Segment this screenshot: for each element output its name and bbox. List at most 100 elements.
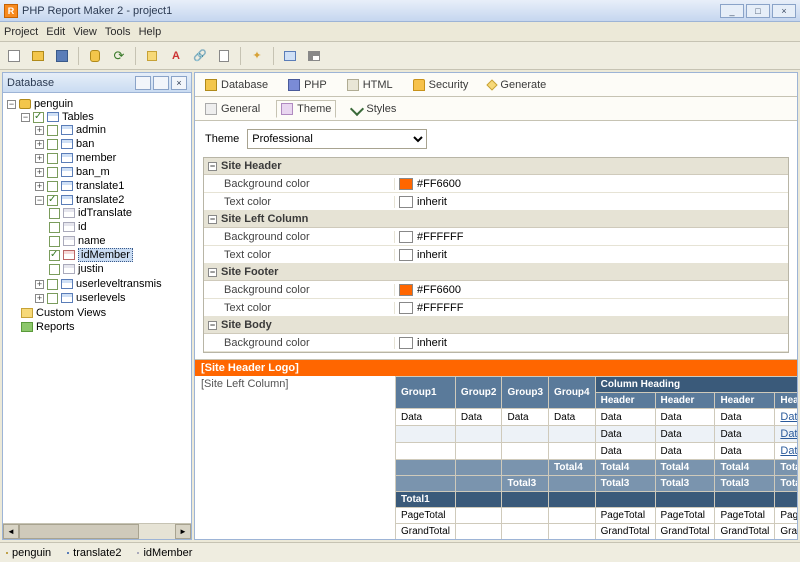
tree-field[interactable]: idTranslate xyxy=(78,207,132,219)
tab-php[interactable]: PHP xyxy=(284,77,331,93)
menu-help[interactable]: Help xyxy=(139,26,162,38)
tab-security[interactable]: Security xyxy=(409,77,473,93)
checkbox[interactable] xyxy=(47,181,58,192)
tab-html[interactable]: HTML xyxy=(343,77,397,93)
scroll-thumb[interactable] xyxy=(19,524,139,539)
property-grid[interactable]: −Site HeaderBackground color#FF6600Text … xyxy=(203,157,789,353)
theme-select[interactable]: Professional xyxy=(247,129,427,149)
checkbox[interactable] xyxy=(47,125,58,136)
toolbar-open-icon[interactable] xyxy=(28,46,48,66)
checkbox[interactable] xyxy=(47,167,58,178)
tree-reports[interactable]: Reports xyxy=(36,321,75,333)
color-swatch[interactable] xyxy=(399,302,413,314)
toolbar-sync-icon[interactable]: ⟳ xyxy=(109,46,129,66)
scroll-left-icon[interactable]: ◄ xyxy=(3,524,19,539)
sidebar-btn1[interactable] xyxy=(135,76,151,90)
subtab-theme[interactable]: Theme xyxy=(276,100,336,118)
twisty-icon[interactable]: + xyxy=(35,280,44,289)
tree-table[interactable]: userlevels xyxy=(76,292,126,304)
twisty-icon[interactable]: + xyxy=(35,182,44,191)
prop-row[interactable]: Text color#FFFFFF xyxy=(204,299,788,317)
toolbar-edit-icon[interactable] xyxy=(142,46,162,66)
twisty-icon[interactable]: + xyxy=(35,154,44,163)
checkbox[interactable] xyxy=(49,250,60,261)
tree-table[interactable]: translate1 xyxy=(76,180,124,192)
tree-db[interactable]: penguin xyxy=(34,98,73,110)
prop-row[interactable]: Background color#FF6600 xyxy=(204,281,788,299)
twisty-icon[interactable]: + xyxy=(35,126,44,135)
collapse-icon[interactable]: − xyxy=(208,321,217,330)
sidebar-hscroll[interactable]: ◄ ► xyxy=(3,523,191,539)
tree-field[interactable]: name xyxy=(78,235,106,247)
checkbox[interactable] xyxy=(33,112,44,123)
tree-table[interactable]: admin xyxy=(76,124,106,136)
menu-edit[interactable]: Edit xyxy=(46,26,65,38)
tree-field[interactable]: justin xyxy=(78,263,104,275)
tree-table[interactable]: ban_m xyxy=(76,166,110,178)
twisty-icon[interactable]: − xyxy=(35,196,44,205)
menu-project[interactable]: Project xyxy=(4,26,38,38)
data-link[interactable]: Data xyxy=(780,411,797,423)
toolbar-link-icon[interactable]: 🔗 xyxy=(190,46,210,66)
prop-group[interactable]: −Site Footer xyxy=(204,264,788,281)
maximize-button[interactable]: □ xyxy=(746,4,770,18)
sidebar-close-icon[interactable]: × xyxy=(171,76,187,90)
toolbar-doc-icon[interactable] xyxy=(214,46,234,66)
sidebar-btn2[interactable] xyxy=(153,76,169,90)
scroll-right-icon[interactable]: ► xyxy=(175,524,191,539)
twisty-icon[interactable]: + xyxy=(35,168,44,177)
color-swatch[interactable] xyxy=(399,337,413,349)
checkbox[interactable] xyxy=(47,293,58,304)
color-swatch[interactable] xyxy=(399,231,413,243)
checkbox[interactable] xyxy=(49,236,60,247)
color-swatch[interactable] xyxy=(399,284,413,296)
tree-table[interactable]: translate2 xyxy=(76,194,124,206)
menu-view[interactable]: View xyxy=(73,26,97,38)
twisty-icon[interactable]: − xyxy=(21,113,30,122)
data-link[interactable]: Data xyxy=(780,428,797,440)
tree-table[interactable]: member xyxy=(76,152,116,164)
prop-group[interactable]: −Site Body xyxy=(204,317,788,334)
tab-database[interactable]: Database xyxy=(201,77,272,93)
toolbar-font-icon[interactable]: A xyxy=(166,46,186,66)
tree-table[interactable]: userleveltransmis xyxy=(76,278,162,290)
tree-customviews[interactable]: Custom Views xyxy=(36,307,106,319)
close-button[interactable]: × xyxy=(772,4,796,18)
minimize-button[interactable]: _ xyxy=(720,4,744,18)
collapse-icon[interactable]: − xyxy=(208,268,217,277)
color-swatch[interactable] xyxy=(399,196,413,208)
prop-row[interactable]: Text colorinherit xyxy=(204,352,788,353)
prop-row[interactable]: Background colorinherit xyxy=(204,334,788,352)
color-swatch[interactable] xyxy=(399,249,413,261)
prop-row[interactable]: Text colorinherit xyxy=(204,193,788,211)
prop-group[interactable]: −Site Left Column xyxy=(204,211,788,228)
tree-field[interactable]: idMember xyxy=(78,248,133,262)
tree[interactable]: −penguin −Tables +admin+ban+member+ban_m… xyxy=(3,93,191,523)
twisty-icon[interactable]: + xyxy=(35,140,44,149)
twisty-icon[interactable]: + xyxy=(35,294,44,303)
tree-table[interactable]: ban xyxy=(76,138,94,150)
menu-tools[interactable]: Tools xyxy=(105,26,131,38)
collapse-icon[interactable]: − xyxy=(208,162,217,171)
prop-row[interactable]: Background color#FFFFFF xyxy=(204,228,788,246)
tree-tables[interactable]: Tables xyxy=(62,111,94,123)
subtab-general[interactable]: General xyxy=(201,101,264,117)
toolbar-view-icon[interactable] xyxy=(280,46,300,66)
toolbar-new-icon[interactable] xyxy=(4,46,24,66)
subtab-styles[interactable]: Styles xyxy=(348,101,400,117)
collapse-icon[interactable]: − xyxy=(208,215,217,224)
preview-table[interactable]: Group1Group2Group3Group4Column HeadingHe… xyxy=(395,376,797,539)
checkbox[interactable] xyxy=(49,208,60,219)
checkbox[interactable] xyxy=(47,195,58,206)
checkbox[interactable] xyxy=(47,153,58,164)
checkbox[interactable] xyxy=(49,222,60,233)
twisty-icon[interactable]: − xyxy=(7,100,16,109)
toolbar-db-icon[interactable] xyxy=(85,46,105,66)
prop-group[interactable]: −Site Header xyxy=(204,158,788,175)
tree-field[interactable]: id xyxy=(78,221,87,233)
prop-row[interactable]: Text colorinherit xyxy=(204,246,788,264)
data-link[interactable]: Data xyxy=(780,445,797,457)
toolbar-grid-icon[interactable] xyxy=(304,46,324,66)
toolbar-save-icon[interactable] xyxy=(52,46,72,66)
prop-row[interactable]: Background color#FF6600 xyxy=(204,175,788,193)
